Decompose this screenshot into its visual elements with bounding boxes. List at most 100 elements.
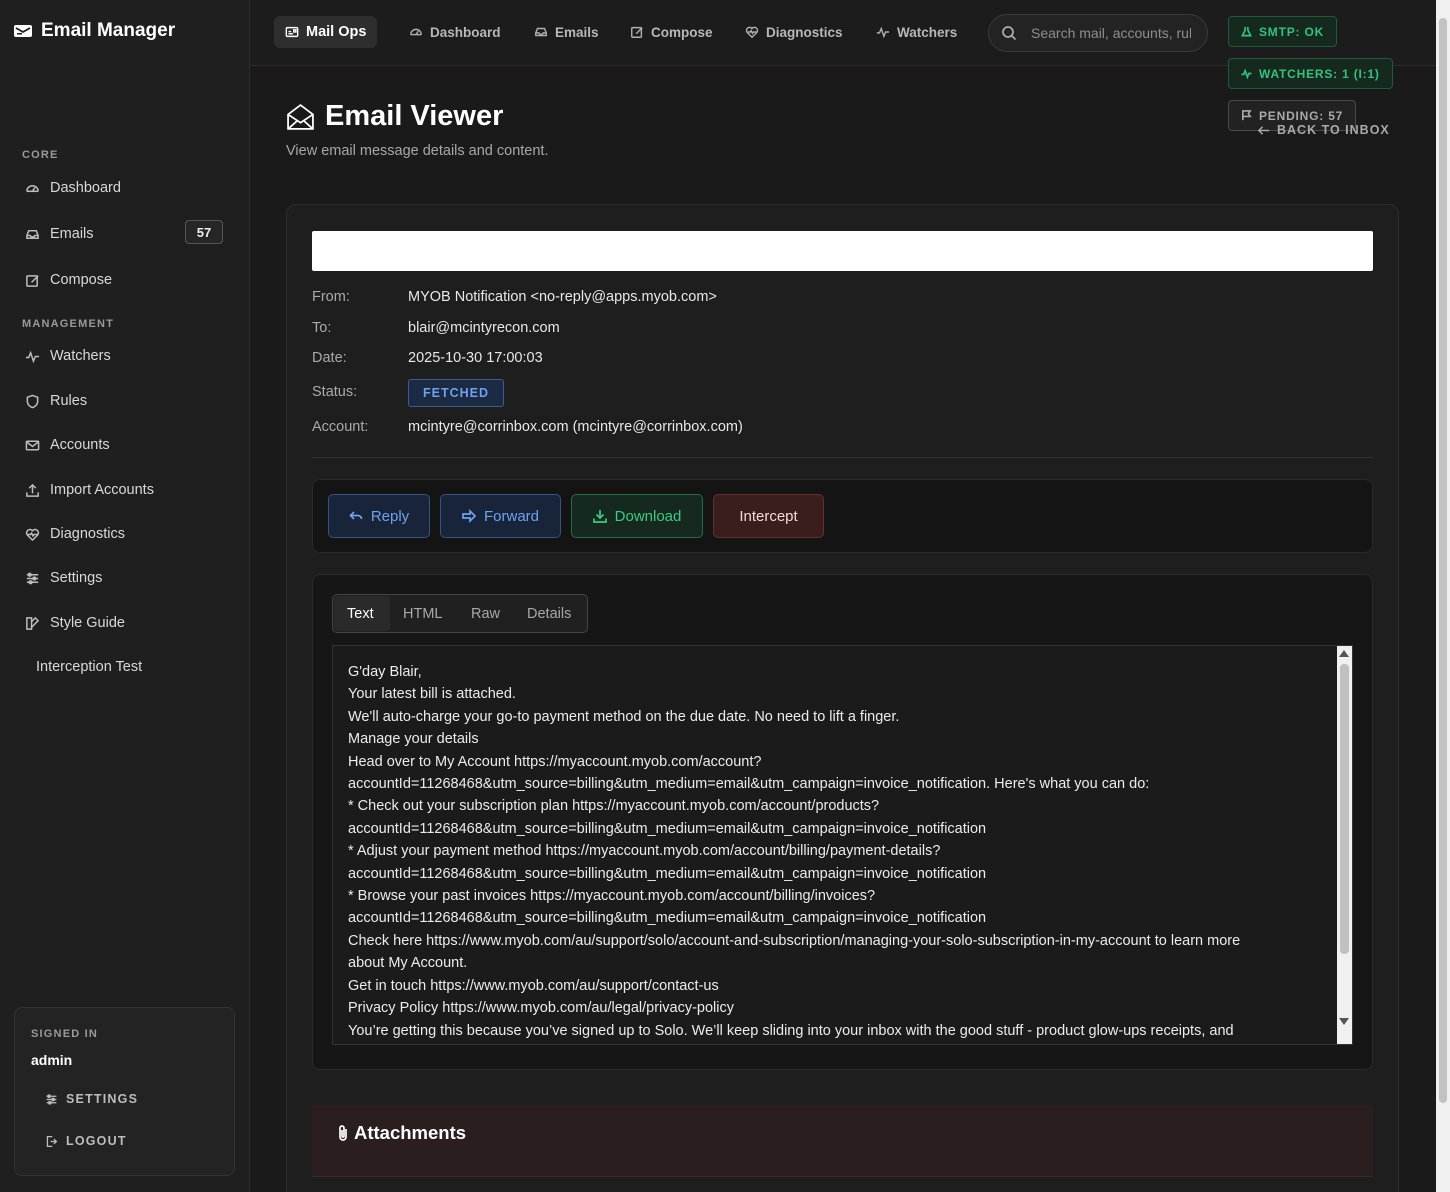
body-line: accountId=11268468&utm_source=billing&ut…: [348, 776, 1150, 793]
envelope-open-icon: [287, 104, 314, 130]
to-value: blair@mcintyrecon.com: [408, 320, 560, 336]
flag-icon: [1242, 110, 1252, 121]
sidebar-item-label: Emails: [50, 226, 94, 242]
date-value: 2025-10-30 17:00:03: [408, 350, 543, 366]
sidebar-item-interception-test[interactable]: Interception Test: [14, 649, 236, 685]
body-line: Get in touch https://www.myob.com/au/sup…: [348, 977, 719, 994]
status-badge: FETCHED: [408, 379, 504, 407]
reply-label: Reply: [370, 507, 410, 525]
sidebar-item-diagnostics[interactable]: Diagnostics: [14, 516, 236, 552]
scroll-up-icon[interactable]: [1339, 650, 1349, 657]
section-core-label: CORE: [22, 149, 59, 161]
sidebar-item-dashboard[interactable]: Dashboard: [14, 170, 236, 206]
activity-icon: [876, 26, 890, 39]
sidebar-item-rules[interactable]: Rules: [14, 383, 236, 419]
intercept-label: Intercept: [739, 507, 798, 525]
from-value: MYOB Notification <no-reply@apps.myob.co…: [408, 289, 717, 305]
flask-icon: [1241, 26, 1252, 37]
body-scrollbar-thumb[interactable]: [1340, 664, 1349, 954]
body-line: Your latest bill is attached.: [348, 686, 516, 703]
signed-in-user: admin: [31, 1052, 73, 1068]
logout-link[interactable]: LOGOUT: [45, 1134, 127, 1148]
nav-emails[interactable]: Emails: [523, 16, 610, 48]
body-line: We'll auto-charge your go-to payment met…: [348, 708, 900, 725]
body-line: about My Account.: [348, 955, 468, 972]
sidebar-item-label: Dashboard: [50, 180, 121, 196]
paperclip-icon: [339, 1125, 347, 1141]
sidebar-item-emails[interactable]: Emails 57: [14, 216, 236, 252]
tab-raw[interactable]: Raw: [471, 606, 500, 622]
scroll-down-icon[interactable]: [1339, 1018, 1349, 1025]
forward-button[interactable]: Forward: [440, 494, 561, 538]
nav-diagnostics[interactable]: Diagnostics: [734, 16, 854, 48]
to-label: To:: [312, 320, 332, 336]
compose-icon: [26, 274, 39, 287]
download-icon: [592, 510, 607, 523]
sidebar-item-accounts[interactable]: Accounts: [14, 427, 236, 463]
nav-diagnostics-label: Diagnostics: [766, 24, 843, 40]
view-tabs: Text HTML Raw Details: [332, 594, 588, 633]
search-input[interactable]: [1031, 25, 1191, 41]
reply-icon: [349, 511, 363, 520]
global-search[interactable]: [988, 14, 1208, 52]
body-line: Manage your details: [348, 731, 479, 748]
tab-text[interactable]: Text: [347, 606, 374, 622]
reply-button[interactable]: Reply: [328, 494, 430, 538]
nav-compose-label: Compose: [651, 24, 713, 40]
sidebar-item-label: Accounts: [50, 437, 110, 453]
message-body[interactable]: G'day Blair, Your latest bill is attached…: [332, 645, 1353, 1045]
arrow-left-icon: [1257, 125, 1270, 135]
signin-settings-link[interactable]: SETTINGS: [45, 1092, 138, 1106]
attachments-section: [312, 1105, 1373, 1177]
nav-watchers[interactable]: Watchers: [865, 16, 968, 48]
tab-html[interactable]: HTML: [403, 606, 442, 622]
nav-dashboard[interactable]: Dashboard: [398, 16, 512, 48]
page-scrollbar-thumb[interactable]: [1439, 18, 1447, 1103]
watchers-status-pill[interactable]: WATCHERS: 1 (I:1): [1228, 58, 1393, 89]
sidebar-item-label: Style Guide: [50, 615, 125, 631]
sidebar-item-label: Settings: [50, 570, 103, 586]
download-button[interactable]: Download: [571, 494, 703, 538]
smtp-status-pill[interactable]: SMTP: OK: [1228, 16, 1338, 47]
sidebar-item-import-accounts[interactable]: Import Accounts: [14, 472, 236, 508]
sidebar-item-label: Import Accounts: [50, 482, 154, 498]
nav-dashboard-label: Dashboard: [430, 24, 501, 40]
dashboard-icon: [410, 28, 422, 36]
sidebar-item-label: Interception Test: [36, 659, 143, 675]
nav-emails-label: Emails: [555, 24, 599, 40]
nav-mail-ops[interactable]: Mail Ops: [274, 16, 378, 48]
upload-icon: [26, 483, 39, 497]
intercept-button[interactable]: Intercept: [713, 494, 824, 538]
sidebar-item-compose[interactable]: Compose: [14, 262, 236, 298]
message-body-text: G'day Blair, Your latest bill is attached…: [348, 661, 1338, 1042]
signin-settings-label: SETTINGS: [66, 1092, 139, 1106]
sidebar-item-style-guide[interactable]: Style Guide: [14, 605, 236, 641]
body-line: Head over to My Account https://myaccoun…: [348, 753, 762, 770]
watchers-status-label: WATCHERS: 1 (I:1): [1259, 66, 1380, 81]
from-label: From:: [312, 289, 350, 305]
date-label: Date:: [312, 350, 347, 366]
sidebar: Email Manager CORE Dashboard Emails 57 C…: [0, 0, 250, 1192]
nav-compose[interactable]: Compose: [619, 16, 724, 48]
logout-icon: [46, 1135, 58, 1147]
body-line: Privacy Policy https://www.myob.com/au/l…: [348, 1000, 734, 1017]
body-line: You’re getting this because you’ve signe…: [348, 1022, 1234, 1039]
heart-pulse-icon: [745, 26, 759, 39]
search-icon: [1002, 26, 1017, 41]
sidebar-item-settings[interactable]: Settings: [14, 560, 236, 596]
sidebar-item-label: Diagnostics: [50, 526, 125, 542]
brand[interactable]: Email Manager: [13, 20, 175, 42]
pending-status-label: PENDING: 57: [1259, 108, 1344, 123]
shield-icon: [26, 394, 39, 408]
body-line: * Browse your past invoices https://myac…: [348, 888, 876, 905]
back-to-inbox-link[interactable]: BACK TO INBOX: [1257, 123, 1390, 137]
subject-bar: [312, 231, 1373, 271]
tab-details[interactable]: Details: [527, 606, 571, 622]
section-management-label: MANAGEMENT: [22, 318, 115, 330]
body-line: accountId=11268468&utm_source=billing&ut…: [348, 820, 987, 837]
nav-watchers-label: Watchers: [897, 24, 958, 40]
logout-label: LOGOUT: [66, 1134, 127, 1148]
sliders-icon: [26, 572, 39, 584]
sidebar-item-watchers[interactable]: Watchers: [14, 338, 236, 374]
dashboard-icon: [26, 184, 39, 192]
